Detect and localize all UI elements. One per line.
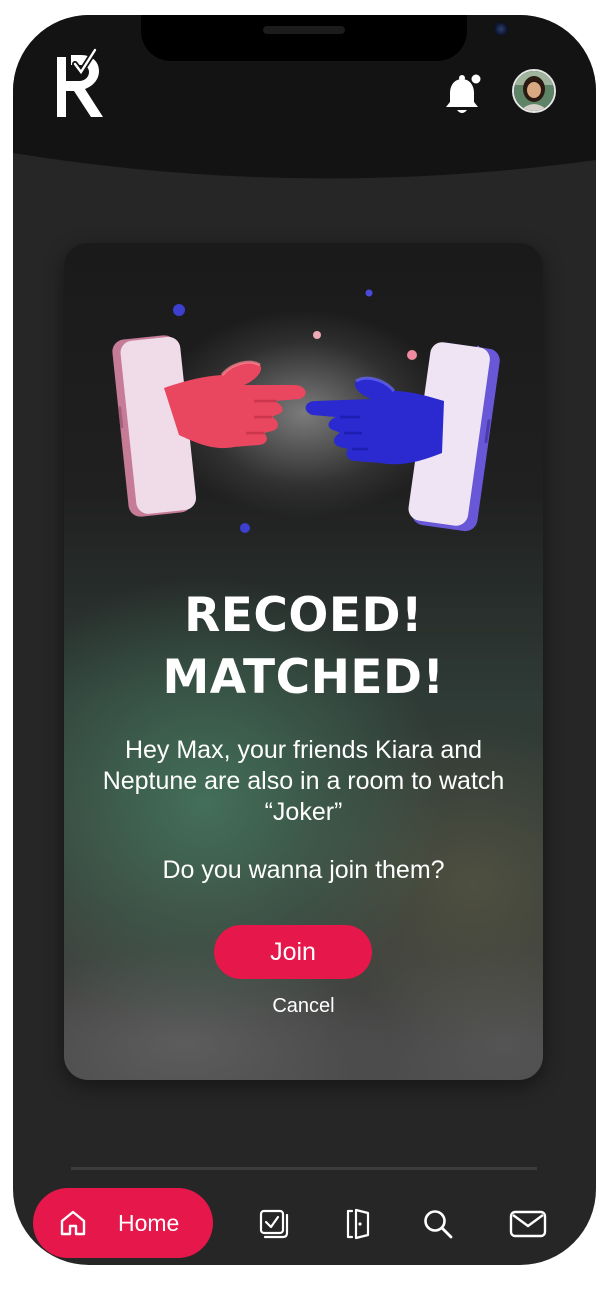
match-title: RECOED! MATCHED! — [64, 585, 543, 709]
bell-icon[interactable] — [444, 73, 484, 117]
bottom-nav: Home — [13, 1187, 596, 1259]
door-icon[interactable] — [341, 1207, 375, 1241]
home-icon — [60, 1210, 86, 1236]
avatar[interactable] — [512, 69, 556, 113]
match-card: RECOED! MATCHED! Hey Max, your friends K… — [64, 243, 543, 1080]
join-question: Do you wanna join them? — [162, 856, 445, 884]
search-icon[interactable] — [421, 1207, 455, 1241]
match-message: Hey Max, your friends Kiara and Neptune … — [102, 736, 505, 826]
nav-divider — [71, 1167, 537, 1170]
watchlist-icon[interactable] — [257, 1207, 291, 1241]
handshake-illustration — [112, 289, 500, 533]
app-logo[interactable] — [55, 47, 109, 119]
mail-icon[interactable] — [509, 1207, 547, 1241]
phone-frame: RECOED! MATCHED! Hey Max, your friends K… — [13, 15, 596, 1265]
title-line-2: MATCHED! — [162, 650, 445, 705]
join-button[interactable]: Join — [214, 925, 372, 979]
cancel-button[interactable]: Cancel — [64, 995, 543, 1018]
app-header — [13, 15, 596, 185]
nav-item-home[interactable]: Home — [33, 1188, 213, 1258]
title-line-1: RECOED! — [184, 588, 423, 643]
phone-notch — [141, 15, 508, 61]
nav-home-label: Home — [118, 1209, 180, 1236]
